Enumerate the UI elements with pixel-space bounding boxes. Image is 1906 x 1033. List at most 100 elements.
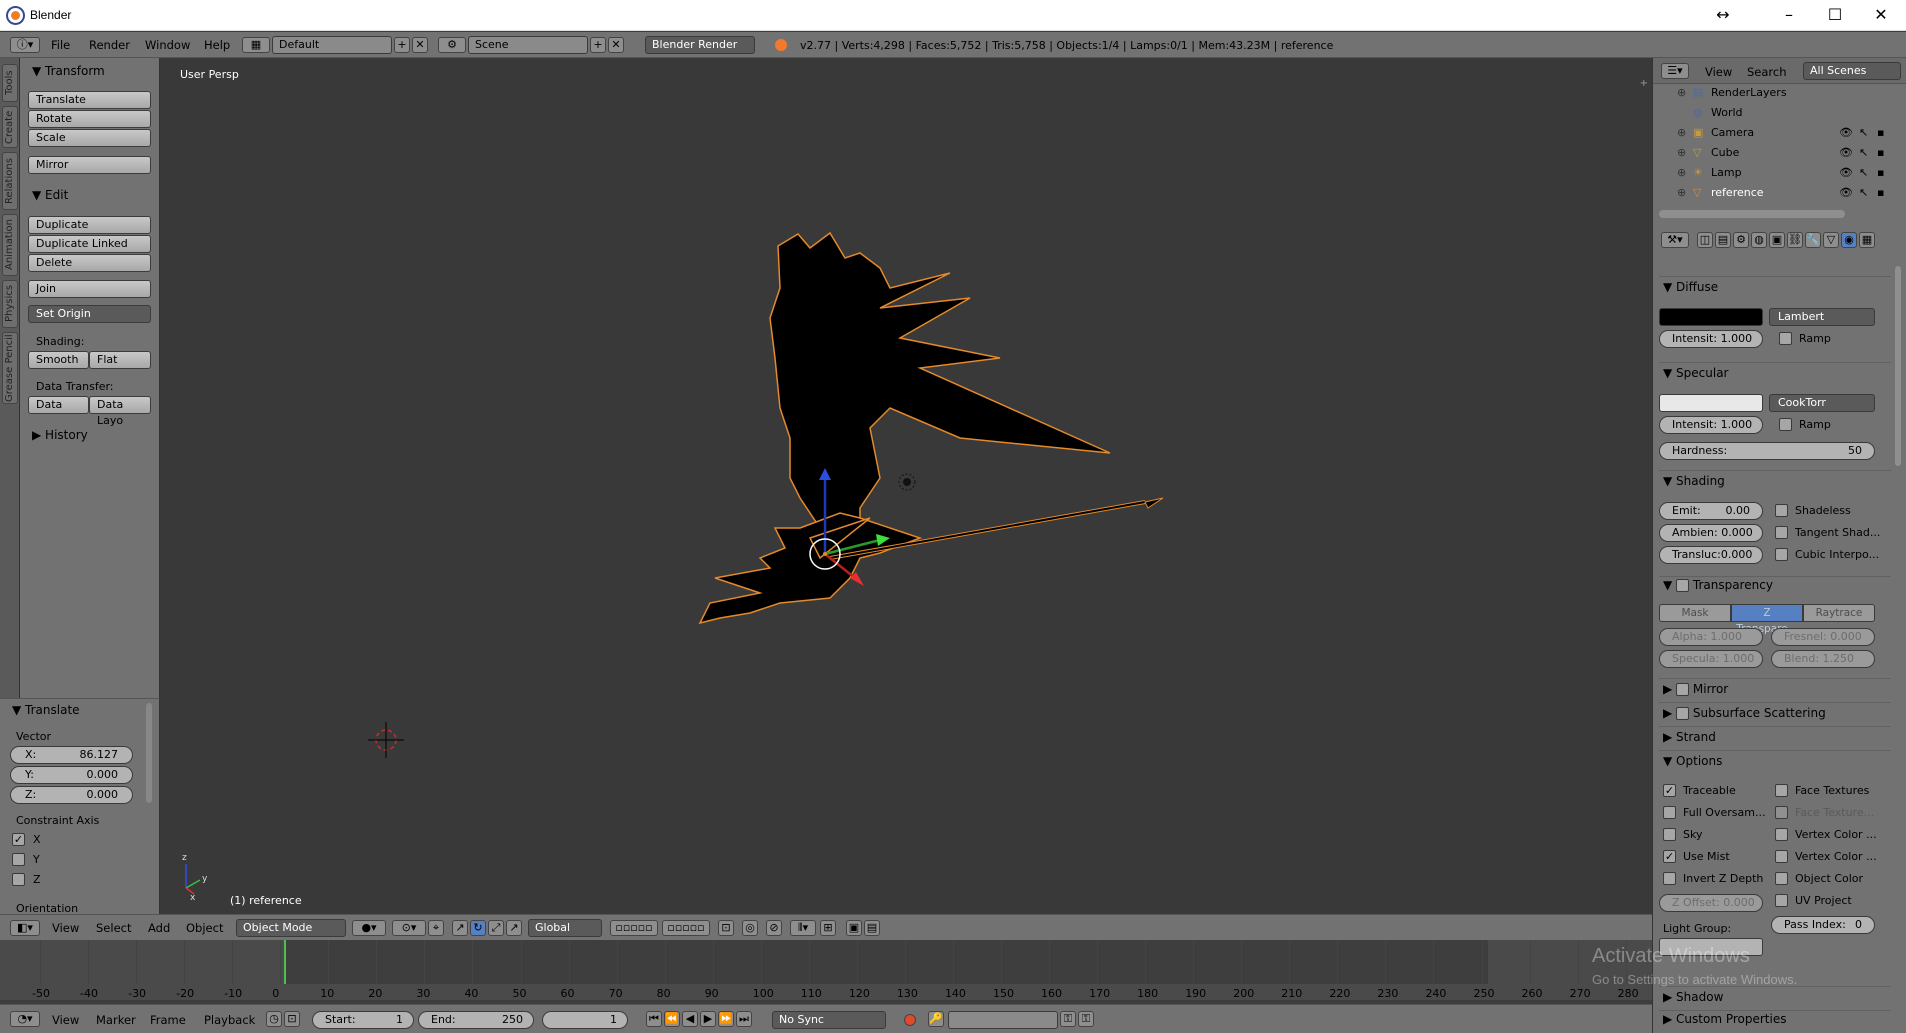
selectable-arrow-icon[interactable]: ↖	[1859, 126, 1868, 139]
add-scene-icon[interactable]: +	[590, 37, 606, 53]
specular-ramp-checkbox[interactable]	[1779, 418, 1792, 431]
outliner-menu-search[interactable]: Search	[1747, 65, 1787, 79]
minimize-button[interactable]: –	[1766, 0, 1812, 31]
outliner-item-cube[interactable]: ⊕ ▽ Cube 👁 ↖ ▪	[1653, 146, 1893, 166]
resize-icon[interactable]: ↔	[1700, 0, 1746, 31]
world-tab-icon[interactable]: ◍	[1751, 232, 1767, 248]
jump-end-icon[interactable]: ⏭	[736, 1011, 752, 1027]
tab-physics[interactable]: Physics	[2, 280, 18, 328]
play-reverse-icon[interactable]: ◀	[682, 1011, 698, 1027]
jump-keyframe-forward-icon[interactable]: ⏩	[718, 1011, 734, 1027]
shadow-panel-header[interactable]: ▶ Shadow	[1663, 990, 1723, 1004]
data-layout-button[interactable]: Data Layo	[89, 396, 151, 427]
play-icon[interactable]: ▶	[700, 1011, 716, 1027]
pivot-point-icon[interactable]: ⊙▾	[392, 920, 426, 936]
tab-tools[interactable]: Tools	[2, 64, 18, 102]
menu-timeline-view[interactable]: View	[52, 1013, 79, 1027]
start-frame-field[interactable]: Start: 1	[312, 1011, 414, 1029]
transparency-raytrace-tab[interactable]: Raytrace	[1803, 604, 1875, 622]
opengl-render-icon[interactable]: ▣	[846, 920, 862, 936]
transparency-mask-tab[interactable]: Mask	[1659, 604, 1731, 622]
outliner-item-reference[interactable]: ⊕ ▽ reference 👁 ↖ ▪	[1653, 186, 1893, 206]
scale-button[interactable]: Scale	[28, 129, 151, 147]
strand-panel-header[interactable]: ▶ Strand	[1663, 730, 1716, 744]
use-mist-checkbox[interactable]: ✓	[1663, 850, 1676, 863]
constraint-x-checkbox[interactable]: ✓	[12, 833, 25, 846]
specular-shader-dropdown[interactable]: CookTorr	[1769, 394, 1875, 412]
manipulator-toggle-icon[interactable]: ⌖	[428, 920, 444, 936]
editor-type-3d-icon[interactable]: ◧▾	[10, 920, 40, 936]
scene-tab-icon[interactable]: ⚙	[1733, 232, 1749, 248]
current-frame-field[interactable]: 1	[542, 1011, 628, 1029]
sss-checkbox[interactable]	[1676, 707, 1690, 720]
z-offset-field[interactable]: Z Offset: 0.000	[1659, 894, 1763, 912]
keying-set-field[interactable]	[948, 1011, 1058, 1029]
menu-add[interactable]: Add	[148, 921, 170, 935]
outliner-item-camera[interactable]: ⊕ ▣ Camera 👁 ↖ ▪	[1653, 126, 1893, 146]
editor-type-info-icon[interactable]: ⓘ▾	[10, 37, 40, 53]
outliner-display-mode[interactable]: All Scenes	[1803, 62, 1901, 80]
data-tab-icon[interactable]: ▽	[1823, 232, 1839, 248]
translate-button[interactable]: Translate	[28, 91, 151, 109]
visibility-eye-icon[interactable]: 👁	[1839, 146, 1853, 159]
vertex-color-paint-checkbox[interactable]	[1775, 828, 1788, 841]
emit-field[interactable]: Emit: 0.00	[1659, 502, 1763, 520]
hardness-field[interactable]: Hardness: 50	[1659, 442, 1875, 460]
texture-tab-icon[interactable]: ▦	[1859, 232, 1875, 248]
mirror-checkbox[interactable]	[1676, 683, 1690, 696]
layers-block-1[interactable]: ▫▫▫▫▫	[610, 920, 658, 936]
rotate-button[interactable]: Rotate	[28, 110, 151, 128]
outliner-item-renderlayers[interactable]: ⊕ ▤ RenderLayers	[1653, 86, 1893, 106]
tab-create[interactable]: Create	[2, 106, 18, 148]
render-layers-tab-icon[interactable]: ▤	[1715, 232, 1731, 248]
history-panel-header[interactable]: ▶ History	[32, 428, 88, 442]
scale-manipulator-icon[interactable]: ⤢	[488, 920, 504, 936]
delete-layout-icon[interactable]: ✕	[412, 37, 428, 53]
snap-element-icon[interactable]: ⦀▾	[790, 920, 816, 936]
vector-y-field[interactable]: Y: 0.000	[10, 766, 133, 784]
tab-relations[interactable]: Relations	[2, 152, 18, 210]
jump-start-icon[interactable]: ⏮	[646, 1011, 662, 1027]
tab-animation[interactable]: Animation	[2, 214, 18, 276]
ambient-field[interactable]: Ambien: 0.000	[1659, 524, 1763, 542]
outliner-item-lamp[interactable]: ⊕ ☀ Lamp 👁 ↖ ▪	[1653, 166, 1893, 186]
face-textures-alpha-checkbox[interactable]	[1775, 806, 1788, 819]
sync-mode-dropdown[interactable]: No Sync	[772, 1011, 886, 1029]
object-tab-icon[interactable]: ▣	[1769, 232, 1785, 248]
editor-type-outliner-icon[interactable]: ☰▾	[1661, 63, 1689, 79]
transparency-ztransparency-tab[interactable]: Z Transpare...	[1731, 604, 1803, 635]
screen-layout-field[interactable]: Default	[272, 36, 392, 54]
transform-panel-header[interactable]: ▼ Transform	[32, 64, 105, 78]
snap-icon[interactable]: ↗	[506, 920, 522, 936]
data-button[interactable]: Data	[28, 396, 89, 414]
selectable-arrow-icon[interactable]: ↖	[1859, 166, 1868, 179]
menu-playback[interactable]: Playback	[204, 1013, 255, 1027]
selectable-arrow-icon[interactable]: ↖	[1859, 186, 1868, 199]
proportional-edit-icon[interactable]: ◎	[742, 920, 758, 936]
visibility-eye-icon[interactable]: 👁	[1839, 126, 1853, 139]
specular-intensity-field[interactable]: Intensit: 1.000	[1659, 416, 1763, 434]
screen-layout-icon[interactable]: ▦	[242, 37, 270, 53]
lock-range-icon[interactable]: ⊡	[284, 1011, 300, 1027]
invert-z-checkbox[interactable]	[1663, 872, 1676, 885]
redo-scrollbar[interactable]	[146, 703, 152, 803]
specular-panel-header[interactable]: ▼ Specular	[1663, 366, 1729, 380]
fresnel-field[interactable]: Fresnel: 0.000	[1771, 628, 1875, 646]
renderable-camera-icon[interactable]: ▪	[1877, 186, 1884, 199]
sss-panel-header[interactable]: ▶ Subsurface Scattering	[1663, 706, 1826, 720]
vertex-color-light-checkbox[interactable]	[1775, 850, 1788, 863]
renderable-camera-icon[interactable]: ▪	[1877, 126, 1884, 139]
constraint-y-checkbox[interactable]	[12, 853, 25, 866]
redo-panel-header[interactable]: ▼ Translate	[12, 703, 80, 717]
diffuse-color-swatch[interactable]	[1659, 308, 1763, 326]
jump-keyframe-back-icon[interactable]: ⏪	[664, 1011, 680, 1027]
menu-object[interactable]: Object	[186, 921, 223, 935]
diffuse-shader-dropdown[interactable]: Lambert	[1769, 308, 1875, 326]
record-icon[interactable]	[904, 1014, 916, 1026]
menu-marker[interactable]: Marker	[96, 1013, 136, 1027]
face-textures-checkbox[interactable]	[1775, 784, 1788, 797]
cubic-interpolation-checkbox[interactable]	[1775, 548, 1788, 561]
alpha-field[interactable]: Alpha: 1.000	[1659, 628, 1763, 646]
diffuse-ramp-checkbox[interactable]	[1779, 332, 1792, 345]
opengl-anim-icon[interactable]: ▤	[864, 920, 880, 936]
